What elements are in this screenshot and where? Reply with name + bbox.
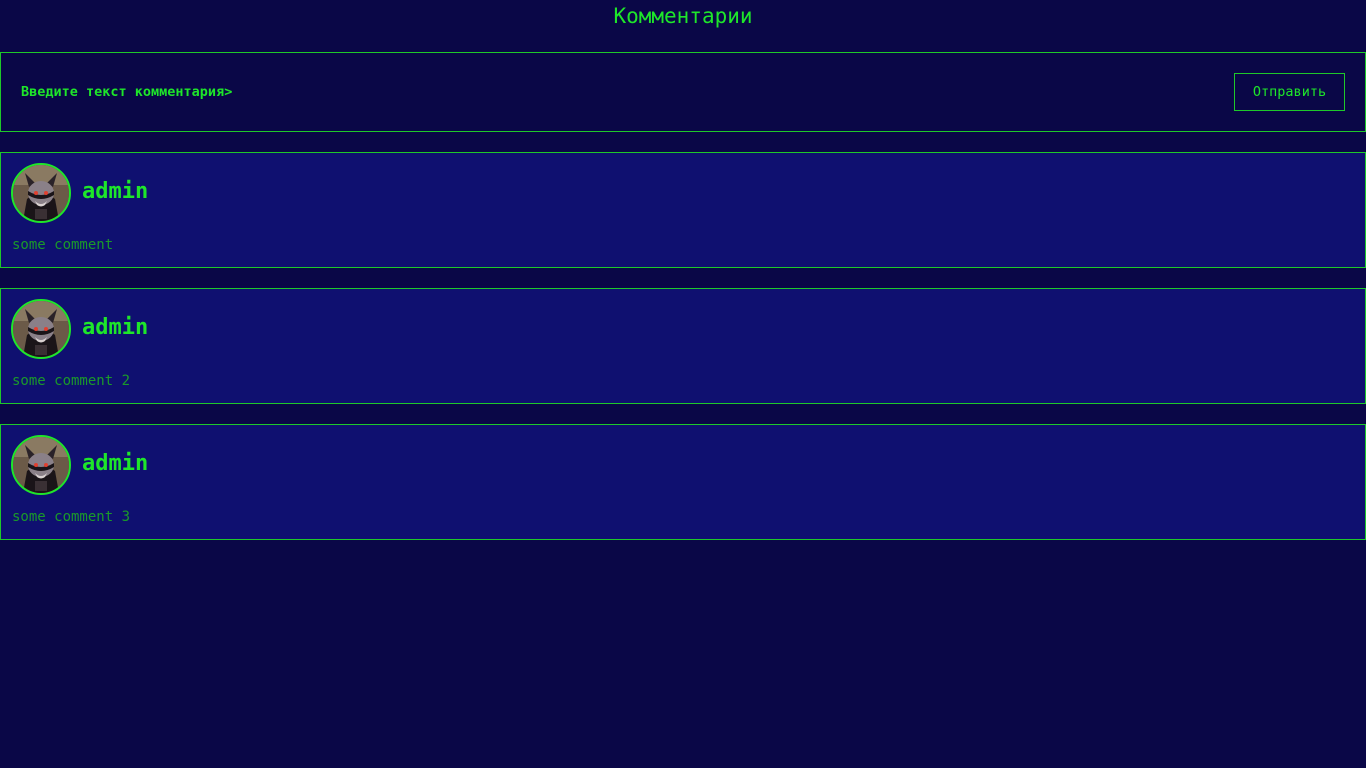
comment-card: admin some comment 3 — [0, 424, 1366, 540]
comment-author: admin — [82, 315, 149, 340]
comment-card: admin some comment — [0, 152, 1366, 268]
send-button[interactable]: Отправить — [1234, 73, 1345, 111]
raccoon-avatar-icon — [11, 299, 71, 359]
comment-text: some comment 2 — [12, 373, 131, 389]
comment-input[interactable]: Введите текст комментария> — [21, 77, 1201, 107]
comment-author: admin — [82, 451, 149, 476]
comment-author: admin — [82, 179, 149, 204]
raccoon-avatar-icon — [11, 163, 71, 223]
comment-text: some comment 3 — [12, 509, 131, 525]
comment-card: admin some comment 2 — [0, 288, 1366, 404]
comments-list: admin some comment admin some comment 2 — [0, 152, 1366, 560]
comment-composer: Введите текст комментария> Отправить — [0, 52, 1366, 132]
comment-text: some comment — [12, 237, 114, 253]
raccoon-avatar-icon — [11, 435, 71, 495]
page-title: Комментарии — [613, 4, 753, 28]
